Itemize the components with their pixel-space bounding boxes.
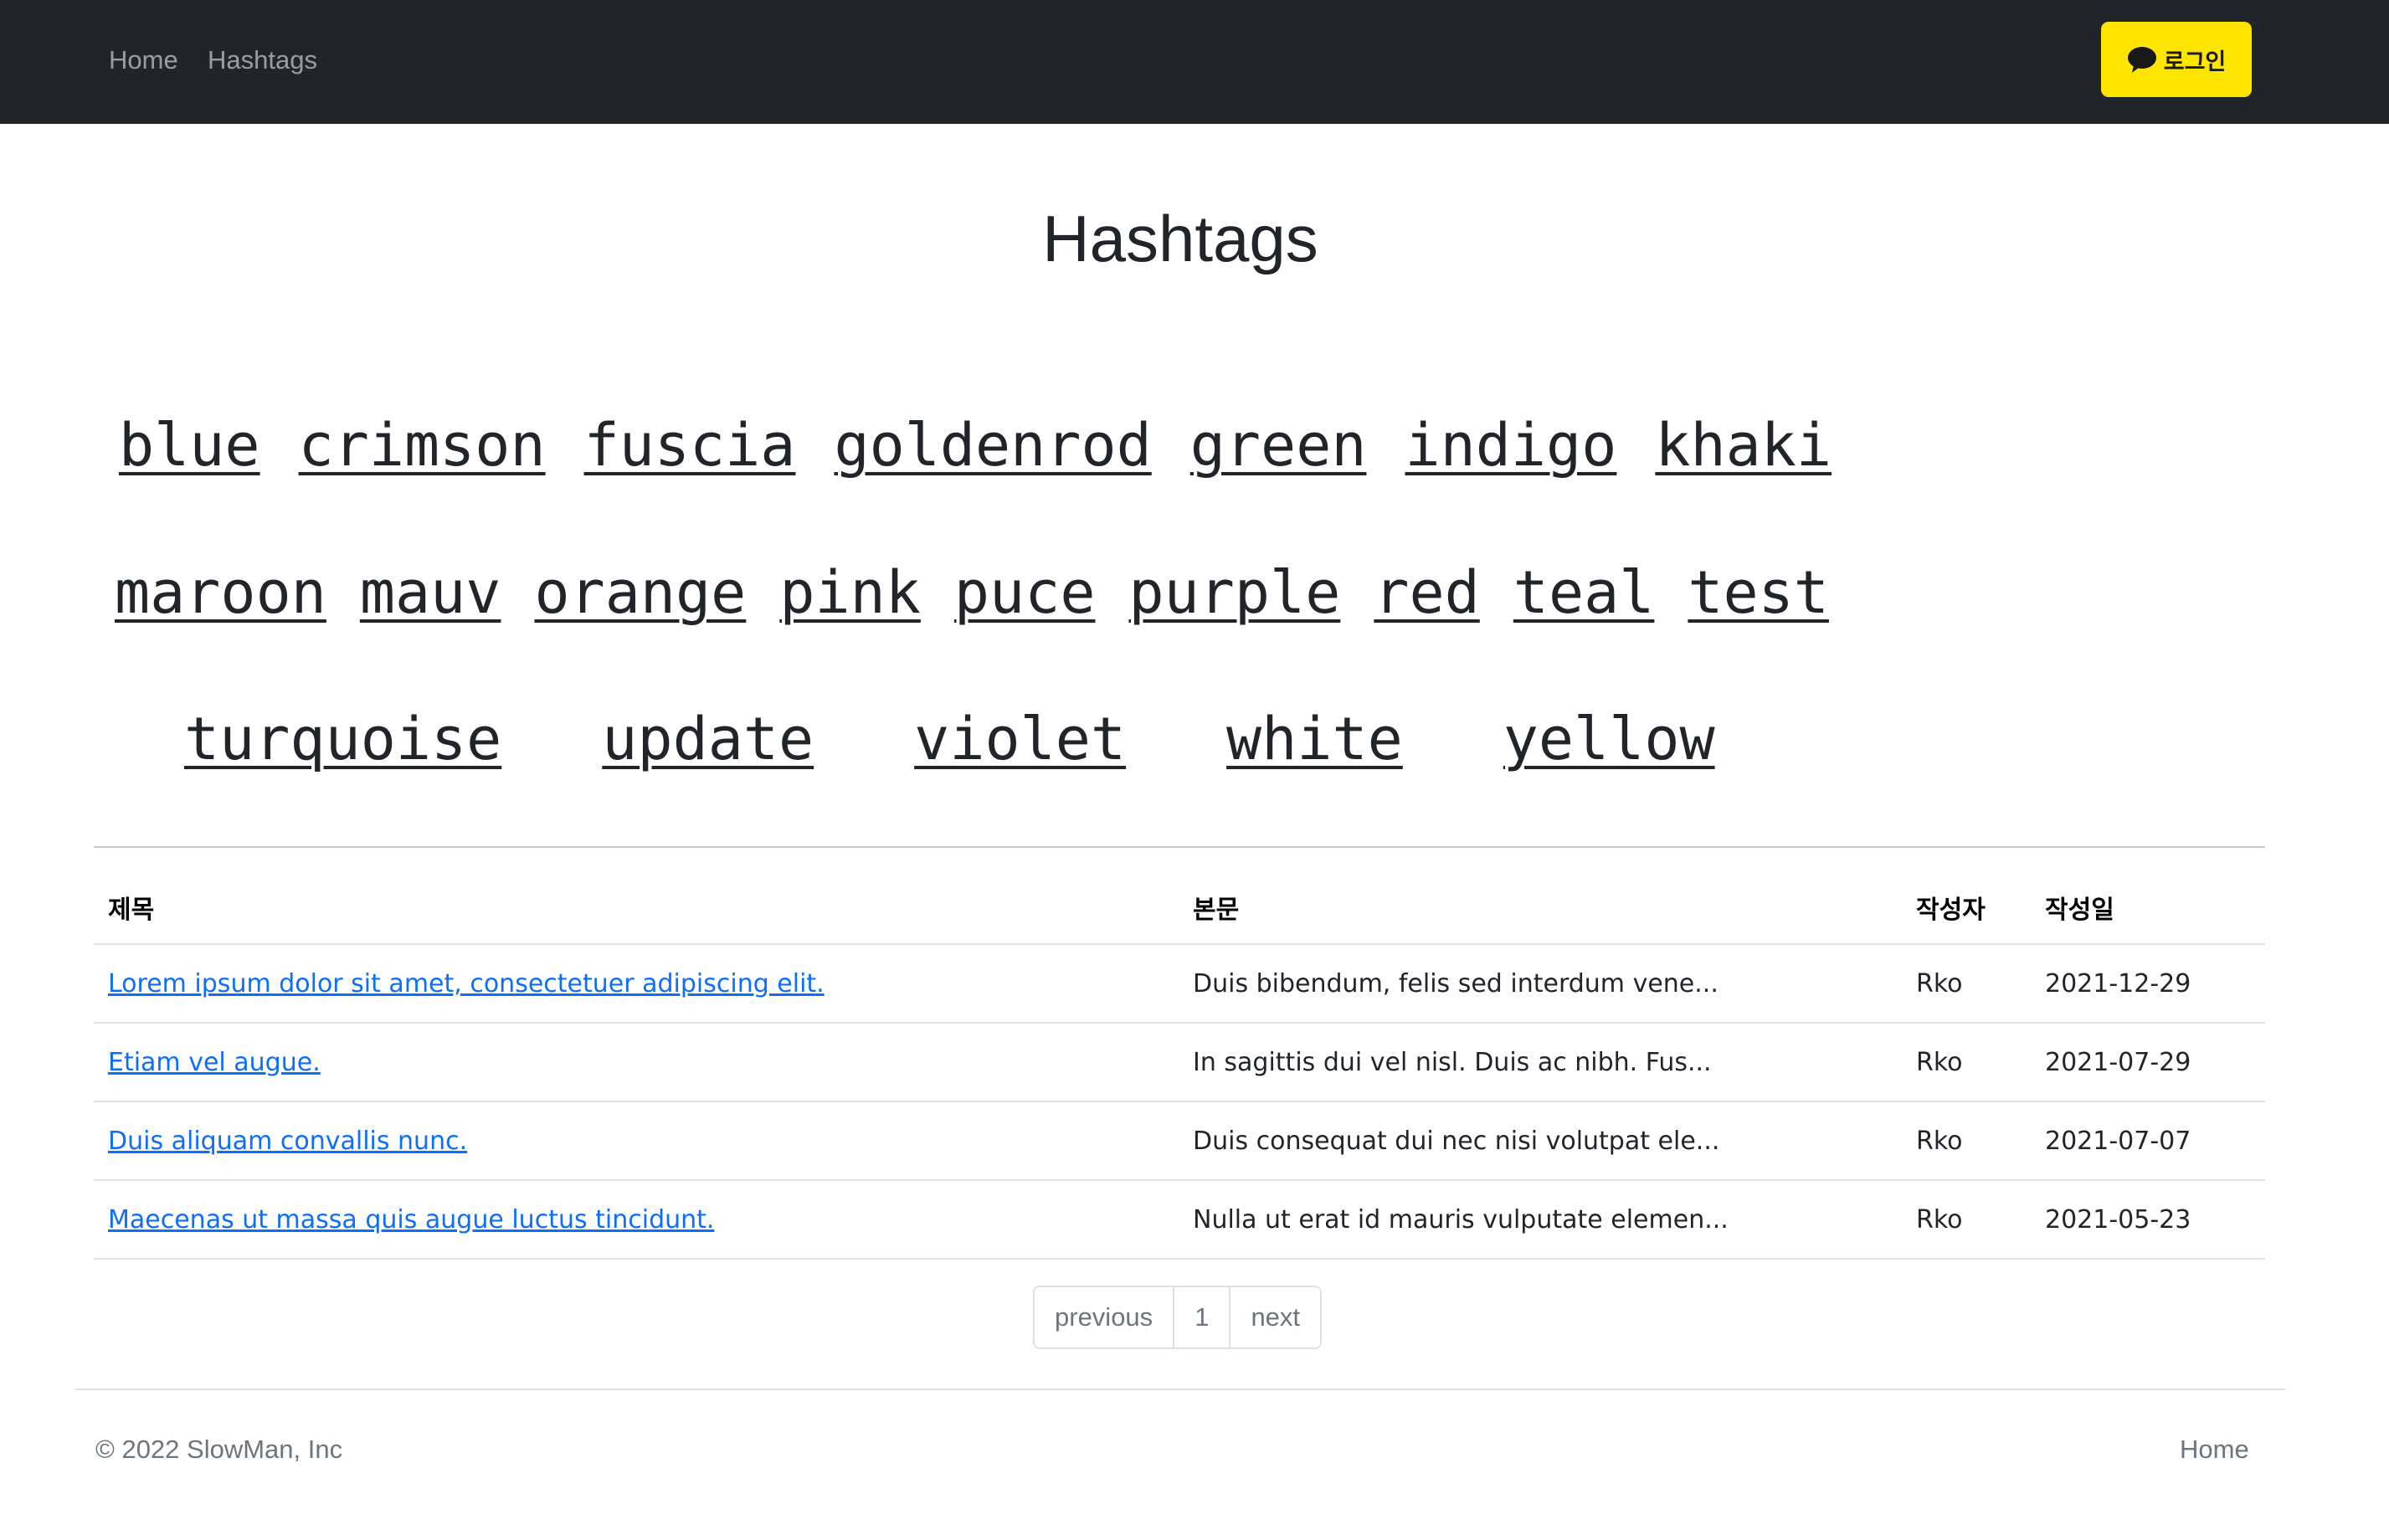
table-row: Etiam vel augue. In sagittis dui vel nis…	[94, 1023, 2265, 1102]
speech-bubble-icon	[2127, 47, 2156, 73]
login-label: 로그인	[2163, 49, 2227, 75]
hashtag-link[interactable]: turquoise	[184, 705, 501, 773]
hashtag-link[interactable]: mauv	[360, 558, 501, 627]
copyright-text: © 2022 SlowMan, Inc	[95, 1435, 343, 1464]
hashtag-link[interactable]: fuscia	[584, 411, 796, 480]
cell-date: 2021-12-29	[2031, 944, 2265, 1024]
hashtag-link[interactable]: green	[1190, 411, 1367, 480]
cell-date: 2021-05-23	[2031, 1180, 2265, 1260]
cell-author: Rko	[1902, 1180, 2031, 1260]
hashtag-link[interactable]: khaki	[1655, 411, 1832, 480]
hashtag-link[interactable]: red	[1374, 558, 1479, 627]
header-body[interactable]: 본문	[1179, 870, 1902, 945]
section-divider	[94, 846, 2265, 848]
cell-title: Duis aliquam convallis nunc.	[94, 1101, 1179, 1181]
hashtag-link[interactable]: crimson	[299, 411, 546, 480]
header-author[interactable]: 작성자	[1902, 870, 2031, 945]
hashtag-link[interactable]: indigo	[1405, 411, 1616, 480]
hashtag-link[interactable]: goldenrod	[834, 411, 1151, 480]
hashtag-link[interactable]: puce	[954, 558, 1096, 627]
page-number-button[interactable]: 1	[1173, 1287, 1230, 1348]
header-title[interactable]: 제목	[94, 870, 1179, 945]
hashtag-row-1: blue crimson fuscia goldenrod green indi…	[94, 399, 1832, 491]
hashtag-link[interactable]: pink	[779, 558, 921, 627]
cell-author: Rko	[1902, 1101, 2031, 1181]
article-title-link[interactable]: Duis aliquam convallis nunc.	[108, 1127, 467, 1156]
cell-body: In sagittis dui vel nisl. Duis ac nibh. …	[1179, 1023, 1902, 1102]
table-row: Maecenas ut massa quis augue luctus tinc…	[94, 1180, 2265, 1260]
cell-author: Rko	[1902, 944, 2031, 1024]
cell-title: Lorem ipsum dolor sit amet, consectetuer…	[94, 944, 1179, 1024]
table-row: Duis aliquam convallis nunc. Duis conseq…	[94, 1101, 2265, 1181]
kakao-login-button[interactable]: 로그인	[2101, 22, 2252, 97]
hashtag-link[interactable]: white	[1226, 705, 1403, 773]
page-title: Hashtags	[1042, 202, 1318, 275]
hashtag-link[interactable]: blue	[119, 411, 260, 480]
hashtag-link[interactable]: violet	[914, 705, 1126, 773]
hashtag-row-2: maroon mauv orange pink puce purple red …	[94, 547, 1829, 639]
cell-body: Duis bibendum, felis sed interdum vene..…	[1179, 944, 1902, 1024]
top-navbar: Home Hashtags 로그인	[0, 0, 2389, 124]
cell-title: Maecenas ut massa quis augue luctus tinc…	[94, 1180, 1179, 1260]
article-title-link[interactable]: Maecenas ut massa quis augue luctus tinc…	[108, 1205, 714, 1235]
cell-body: Nulla ut erat id mauris vulputate elemen…	[1179, 1180, 1902, 1260]
hashtag-link[interactable]: teal	[1513, 558, 1655, 627]
cell-date: 2021-07-07	[2031, 1101, 2265, 1181]
footer-divider	[75, 1389, 2285, 1390]
cell-body: Duis consequat dui nec nisi volutpat ele…	[1179, 1101, 1902, 1181]
hashtag-link[interactable]: update	[602, 705, 814, 773]
table-header-row: 제목 본문 작성자 작성일	[94, 870, 2265, 945]
previous-page-button[interactable]: previous	[1035, 1287, 1174, 1348]
nav-hashtags-link[interactable]: Hashtags	[208, 44, 317, 77]
next-page-button[interactable]: next	[1229, 1287, 1321, 1348]
nav-home-link[interactable]: Home	[109, 44, 178, 77]
cell-date: 2021-07-29	[2031, 1023, 2265, 1102]
pagination: previous 1 next	[1033, 1286, 1323, 1349]
cell-author: Rko	[1902, 1023, 2031, 1102]
article-title-link[interactable]: Etiam vel augue.	[108, 1048, 321, 1077]
hashtag-row-3: turquoise update violet white yellow	[94, 693, 1715, 785]
header-date[interactable]: 작성일	[2031, 870, 2265, 945]
hashtag-link[interactable]: orange	[534, 558, 746, 627]
cell-title: Etiam vel augue.	[94, 1023, 1179, 1102]
table-row: Lorem ipsum dolor sit amet, consectetuer…	[94, 944, 2265, 1024]
article-title-link[interactable]: Lorem ipsum dolor sit amet, consectetuer…	[108, 969, 825, 998]
hashtag-link[interactable]: purple	[1128, 558, 1340, 627]
hashtag-link[interactable]: yellow	[1503, 705, 1715, 773]
footer-home-link[interactable]: Home	[2180, 1435, 2249, 1465]
hashtag-link[interactable]: test	[1688, 558, 1829, 627]
hashtag-link[interactable]: maroon	[115, 558, 326, 627]
articles-table: 제목 본문 작성자 작성일 Lorem ipsum dolor sit amet…	[94, 870, 2265, 1260]
